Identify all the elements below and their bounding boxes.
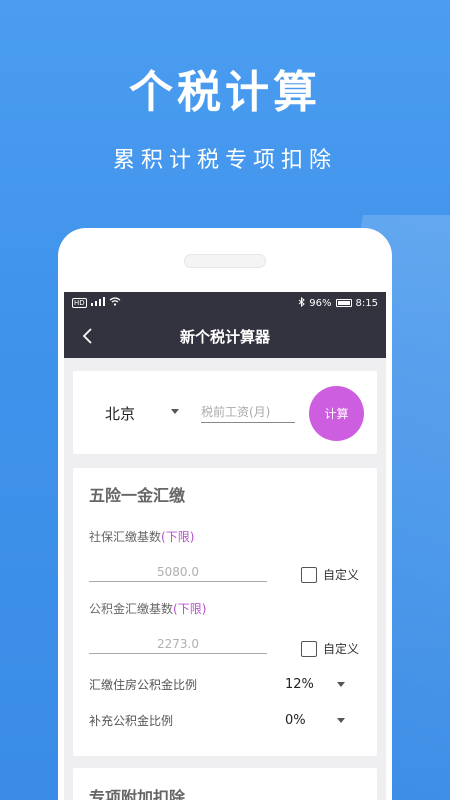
fund-base-hint: (下限) [173,602,207,616]
signal-icon [90,297,105,309]
city-selector[interactable]: 北京 [105,403,135,424]
extra-ratio-label: 补充公积金比例 [89,714,174,728]
social-base-label: 社保汇缴基数(下限) [89,528,194,545]
battery-icon [335,299,352,307]
hero-title: 个税计算 [129,67,321,118]
extra-ratio-value[interactable]: 0% [285,713,337,728]
custom-label: 自定义 [323,642,360,656]
special-deduction-card: 专项附加扣除 [73,768,377,800]
fund-custom-checkbox[interactable]: 自定义 [301,640,359,657]
custom-label: 自定义 [323,568,360,582]
social-base-text: 社保汇缴基数 [89,530,162,544]
status-bar: HD 96% 8:15 [64,292,386,314]
phone-screen: HD 96% 8:15 新个税计算器 北京 税前工资(月) 计算 五险一金汇缴 … [64,292,386,800]
checkbox-icon[interactable] [301,640,317,657]
calculate-button[interactable]: 计算 [309,386,364,441]
fund-base-input[interactable] [89,634,267,654]
app-bar-title: 新个税计算器 [179,327,270,346]
clock: 8:15 [355,297,378,309]
housing-ratio-row[interactable]: 汇缴住房公积金比例 12% [89,676,359,693]
phone-speaker [184,254,266,268]
back-arrow-icon[interactable] [76,324,100,348]
checkbox-icon[interactable] [301,566,317,583]
insurance-title: 五险一金汇缴 [89,486,186,505]
social-base-input[interactable] [89,562,267,582]
social-custom-checkbox[interactable]: 自定义 [301,566,359,583]
chevron-down-icon[interactable] [171,409,179,414]
insurance-card: 五险一金汇缴 社保汇缴基数(下限) 自定义 公积金汇缴基数(下限) 自定义 汇缴… [73,468,377,756]
hd-icon: HD [72,298,87,308]
social-base-hint: (下限) [161,530,195,544]
extra-ratio-row[interactable]: 补充公积金比例 0% [89,712,359,729]
fund-base-label: 公积金汇缴基数(下限) [89,600,206,617]
bluetooth-icon [298,296,306,310]
battery-percent: 96% [309,297,332,309]
housing-ratio-label: 汇缴住房公积金比例 [89,678,198,692]
app-bar: 新个税计算器 [64,314,386,358]
special-deduction-title: 专项附加扣除 [89,788,186,800]
housing-ratio-value[interactable]: 12% [285,677,337,692]
salary-input[interactable] [201,401,295,423]
chevron-down-icon[interactable] [337,718,345,723]
calc-card: 北京 计算 [73,371,377,454]
phone-frame: HD 96% 8:15 新个税计算器 北京 税前工资(月) 计算 五险一金汇缴 … [58,228,392,800]
fund-base-text: 公积金汇缴基数 [89,602,174,616]
chevron-down-icon[interactable] [337,682,345,687]
wifi-icon [109,297,121,309]
hero-subtitle: 累积计税专项扣除 [112,148,337,173]
